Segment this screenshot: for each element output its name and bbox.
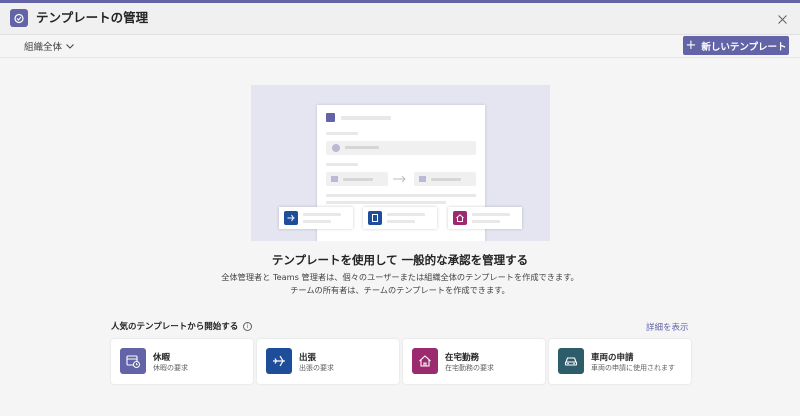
illustration-card-travel xyxy=(279,207,353,229)
close-button[interactable] xyxy=(774,11,790,27)
popular-templates-title: 人気のテンプレートから開始する xyxy=(111,322,239,332)
card-title: 出張 xyxy=(299,353,317,363)
description-line-2: チームの所有者は、チームのテンプレートを作成できます。 xyxy=(290,285,510,295)
template-card-business-trip[interactable]: 出張 出張の要求 xyxy=(257,339,399,384)
card-subtitle: 車両の申請に使用されます xyxy=(591,364,675,372)
template-card-work-from-home[interactable]: 在宅勤務 在宅勤務の要求 xyxy=(403,339,545,384)
template-card-vacation[interactable]: 休暇 休暇の要求 xyxy=(111,339,253,384)
card-subtitle: 在宅勤務の要求 xyxy=(445,364,494,372)
page-title: テンプレートの管理 xyxy=(36,10,149,25)
template-card-vehicle-request[interactable]: 車両の申請 車両の申請に使用されます xyxy=(549,339,691,384)
card-subtitle: 休暇の要求 xyxy=(153,364,188,372)
description: 全体管理者と Teams 管理者は、個々のユーザーまたは組織全体のテンプレートを… xyxy=(0,271,800,297)
document-icon xyxy=(368,211,382,225)
home-icon xyxy=(412,348,438,374)
new-template-label: 新しいテンプレート xyxy=(701,41,787,53)
home-icon xyxy=(453,211,467,225)
airplane-icon xyxy=(266,348,292,374)
title-bar: テンプレートの管理 xyxy=(0,3,800,35)
toolbar: 組織全体 + 新しいテンプレート xyxy=(0,36,800,58)
new-template-button[interactable]: + 新しいテンプレート xyxy=(683,36,789,55)
info-icon[interactable]: i xyxy=(243,321,253,331)
illustration-calendar-icon-2 xyxy=(419,176,426,182)
scope-dropdown[interactable]: 組織全体 xyxy=(24,39,74,53)
close-icon xyxy=(777,14,787,24)
card-title: 在宅勤務 xyxy=(445,353,480,363)
illustration-card-home xyxy=(448,207,522,229)
illustration-person-icon xyxy=(332,144,340,152)
plus-icon: + xyxy=(685,38,697,53)
car-icon xyxy=(558,348,584,374)
card-title: 休暇 xyxy=(153,353,171,363)
headline: テンプレートを使用して 一般的な承認を管理する xyxy=(271,253,529,267)
popular-templates-heading: 人気のテンプレートから開始する i xyxy=(111,320,253,332)
see-more-link[interactable]: 詳細を表示 xyxy=(646,321,689,333)
approvals-app-icon xyxy=(10,9,28,27)
hero-illustration xyxy=(251,85,550,241)
card-subtitle: 出張の要求 xyxy=(299,364,334,372)
calendar-clock-icon xyxy=(120,348,146,374)
illustration-calendar-icon xyxy=(331,176,338,182)
illustration-card-document xyxy=(363,207,437,229)
description-line-1: 全体管理者と Teams 管理者は、個々のユーザーまたは組織全体のテンプレートを… xyxy=(221,272,579,282)
airplane-icon xyxy=(284,211,298,225)
illustration-app-icon xyxy=(326,113,335,122)
scope-label: 組織全体 xyxy=(24,42,63,53)
chevron-down-icon xyxy=(66,43,74,49)
illustration-arrow-icon xyxy=(393,175,406,183)
card-title: 車両の申請 xyxy=(591,353,634,363)
